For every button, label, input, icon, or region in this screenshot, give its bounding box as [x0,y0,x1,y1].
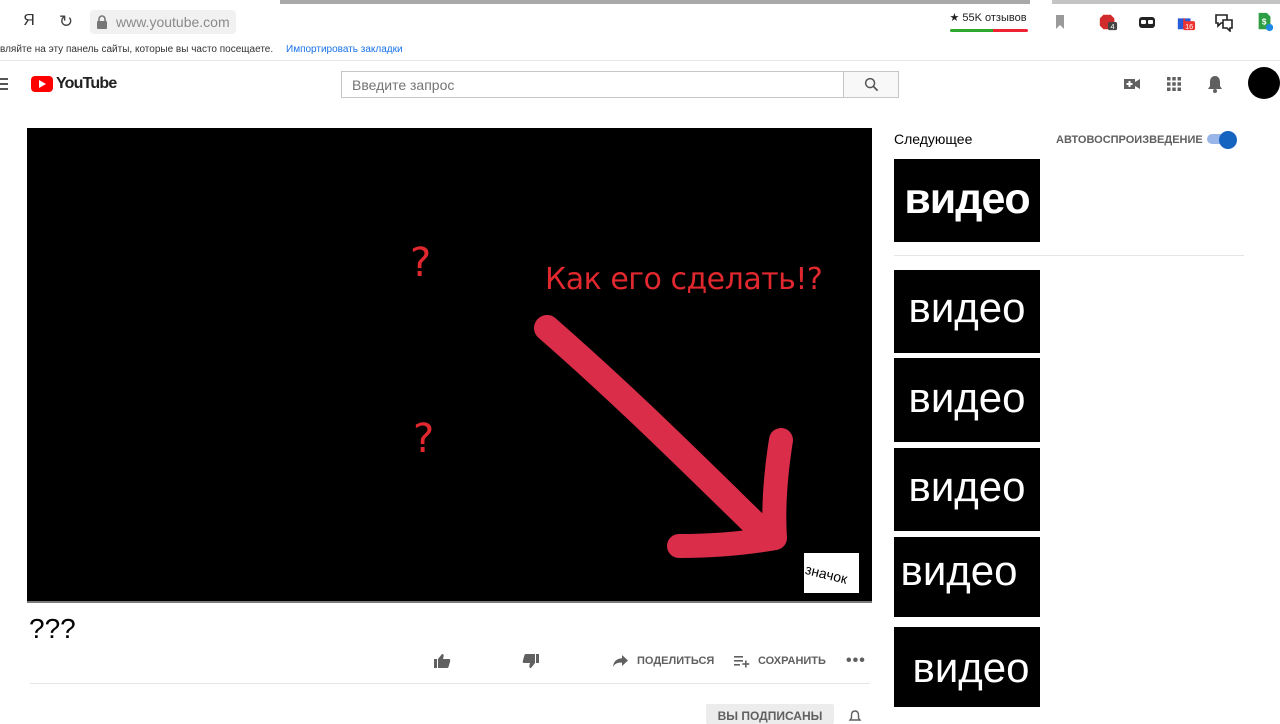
adblock-badge-count: 4 [1111,22,1115,31]
up-next-heading: Следующее [894,131,973,147]
youtube-play-icon [31,76,53,92]
import-bookmarks-link[interactable]: Импортировать закладки [286,44,403,55]
more-actions-button[interactable]: ••• [846,650,866,672]
save-label: СОХРАНИТЬ [758,655,826,667]
red-arrow-drawing [534,315,793,558]
badge-box: значок [804,553,859,593]
player-progress-bar[interactable] [27,601,872,603]
toggle-knob [1219,131,1237,149]
adblock-extension-icon[interactable]: 4 [1098,12,1118,32]
share-button[interactable]: ПОДЕЛИТЬСЯ [612,650,714,672]
glasses-extension-icon[interactable] [1137,12,1157,32]
playlist-add-icon [734,656,750,668]
dislike-button[interactable] [522,650,548,672]
subscription-bell-icon[interactable] [848,710,862,724]
gift-badge-count: 16 [1185,22,1193,31]
hamburger-menu-icon[interactable] [0,78,8,90]
thumbs-down-icon [522,654,539,668]
subscribed-button[interactable]: ВЫ ПОДПИСАНЫ [706,704,834,724]
video-thumbnail[interactable]: видео [894,627,1040,707]
logo-text: YouTube [56,75,117,92]
bookmarks-hint: вляйте на эту панель сайты, которые вы ч… [0,44,274,55]
sidebar-divider [894,255,1244,256]
apps-grid-icon[interactable] [1164,74,1184,94]
thumbnail-text: видео [904,175,1030,223]
thumbnail-text: видео [900,547,1018,594]
reload-icon[interactable]: ↻ [56,12,76,32]
video-thumbnail[interactable]: видео [894,358,1040,442]
like-button[interactable] [433,650,459,672]
save-button[interactable]: СОХРАНИТЬ [733,650,826,672]
autoplay-label: АВТОВОСПРОИЗВЕДЕНИЕ [1056,134,1203,146]
rating-bar [950,29,1028,32]
notifications-bell-icon[interactable] [1205,74,1225,94]
youtube-header: YouTube [0,61,1280,107]
avatar[interactable] [1248,67,1280,99]
thumbnail-text: видео [908,463,1026,510]
lock-icon [97,15,107,29]
reviews-badge[interactable]: ★ 55K отзывов [946,10,1030,32]
share-label: ПОДЕЛИТЬСЯ [637,655,715,667]
reviews-text: ★ 55K отзывов [949,12,1027,24]
bookmarks-bar: вляйте на эту панель сайты, которые вы ч… [0,40,1280,60]
share-arrow-icon [613,655,628,667]
video-thumbnail[interactable]: видео [894,448,1040,531]
bookmark-icon[interactable] [1050,12,1070,32]
youtube-logo[interactable]: YouTube [31,75,117,93]
browser-toolbar: Я ↻ www.youtube.com ★ 55K отзывов 4 16 $ [0,4,1280,40]
document-extension-icon[interactable]: $ [1255,12,1275,32]
thumbs-up-icon [434,654,451,668]
content-divider [30,683,870,684]
thumbnail-text: видео [912,644,1030,691]
thumbnail-text: видео [908,374,1026,421]
yandex-button[interactable]: Я [20,12,38,32]
gift-extension-icon[interactable]: 16 [1176,12,1196,32]
create-video-icon[interactable] [1122,74,1142,94]
svg-text:$: $ [1262,18,1267,27]
chat-extension-icon[interactable] [1214,12,1234,32]
search-icon [864,77,879,92]
address-bar[interactable]: www.youtube.com [90,10,236,34]
search-input[interactable] [341,71,843,98]
next-video-thumbnail[interactable]: видео [894,159,1040,242]
url-text: www.youtube.com [116,14,230,30]
video-thumbnail[interactable]: видео [894,537,1040,617]
video-thumbnail[interactable]: видео [894,270,1040,353]
search-button[interactable] [843,71,899,98]
thumbnail-text: видео [908,284,1026,331]
video-title: ??? [29,613,76,644]
autoplay-toggle[interactable] [1205,131,1237,149]
badge-text: значок [803,561,850,587]
video-player[interactable]: ? ? Как его сделать!? значок [27,128,872,603]
